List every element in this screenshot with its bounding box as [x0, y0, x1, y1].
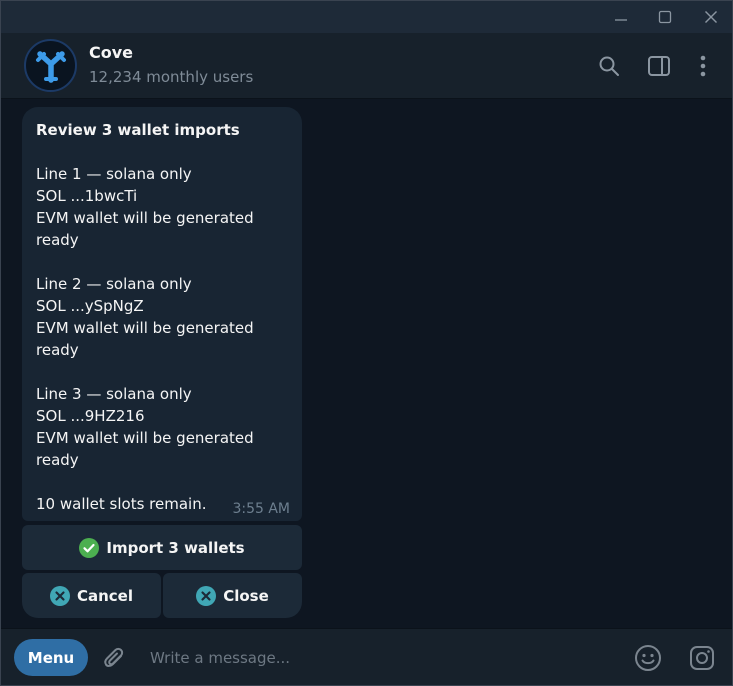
- message-input[interactable]: [141, 641, 611, 675]
- entry-address: SOL ...1bwcTi: [36, 187, 138, 205]
- chat-header: Cove 12,234 monthly users: [1, 33, 732, 99]
- message-composer: Menu: [1, 628, 732, 685]
- entry-status: ready: [36, 231, 79, 249]
- entry-heading: Line 1 — solana only: [36, 165, 192, 183]
- instagram-icon[interactable]: [685, 641, 719, 675]
- close-icon[interactable]: [688, 1, 732, 33]
- app-window: Cove 12,234 monthly users Review 3 walle…: [0, 0, 733, 686]
- entry-note: EVM wallet will be generated: [36, 429, 254, 447]
- check-circle-icon: [79, 537, 100, 558]
- message-list[interactable]: Review 3 wallet imports Line 1 — solana …: [1, 100, 732, 628]
- minimize-icon[interactable]: [598, 1, 644, 33]
- cove-logo-icon: [35, 50, 66, 83]
- more-vert-icon[interactable]: [688, 51, 718, 81]
- entry-heading: Line 2 — solana only: [36, 275, 192, 293]
- entry-heading: Line 3 — solana only: [36, 385, 192, 403]
- message-timestamp: 3:55 AM: [232, 501, 290, 517]
- chat-subtitle: 12,234 monthly users: [89, 68, 254, 86]
- entry-status: ready: [36, 451, 79, 469]
- message-title: Review 3 wallet imports: [36, 121, 240, 139]
- entry-status: ready: [36, 341, 79, 359]
- title-bar: [1, 1, 732, 33]
- avatar[interactable]: [24, 39, 77, 92]
- entry-note: EVM wallet will be generated: [36, 319, 254, 337]
- entry-address: SOL ...9HZ216: [36, 407, 145, 425]
- close-x-icon: [196, 585, 217, 606]
- chat-title[interactable]: Cove: [89, 43, 133, 62]
- cancel-button[interactable]: Cancel: [22, 573, 161, 618]
- maximize-icon[interactable]: [642, 1, 688, 33]
- menu-button[interactable]: Menu: [14, 639, 88, 676]
- sidebar-toggle-icon[interactable]: [644, 51, 674, 81]
- cancel-label: Cancel: [76, 586, 133, 605]
- search-icon[interactable]: [594, 51, 624, 81]
- attach-icon[interactable]: [98, 641, 132, 675]
- cancel-x-icon: [49, 585, 70, 606]
- close-label: Close: [223, 586, 269, 605]
- import-wallets-label: Import 3 wallets: [106, 538, 245, 557]
- emoji-icon[interactable]: [631, 641, 665, 675]
- close-button[interactable]: Close: [163, 573, 302, 618]
- import-wallets-button[interactable]: Import 3 wallets: [22, 525, 302, 570]
- message-bubble[interactable]: Review 3 wallet imports Line 1 — solana …: [22, 107, 302, 521]
- entry-address: SOL ...ySpNgZ: [36, 297, 144, 315]
- entry-note: EVM wallet will be generated: [36, 209, 254, 227]
